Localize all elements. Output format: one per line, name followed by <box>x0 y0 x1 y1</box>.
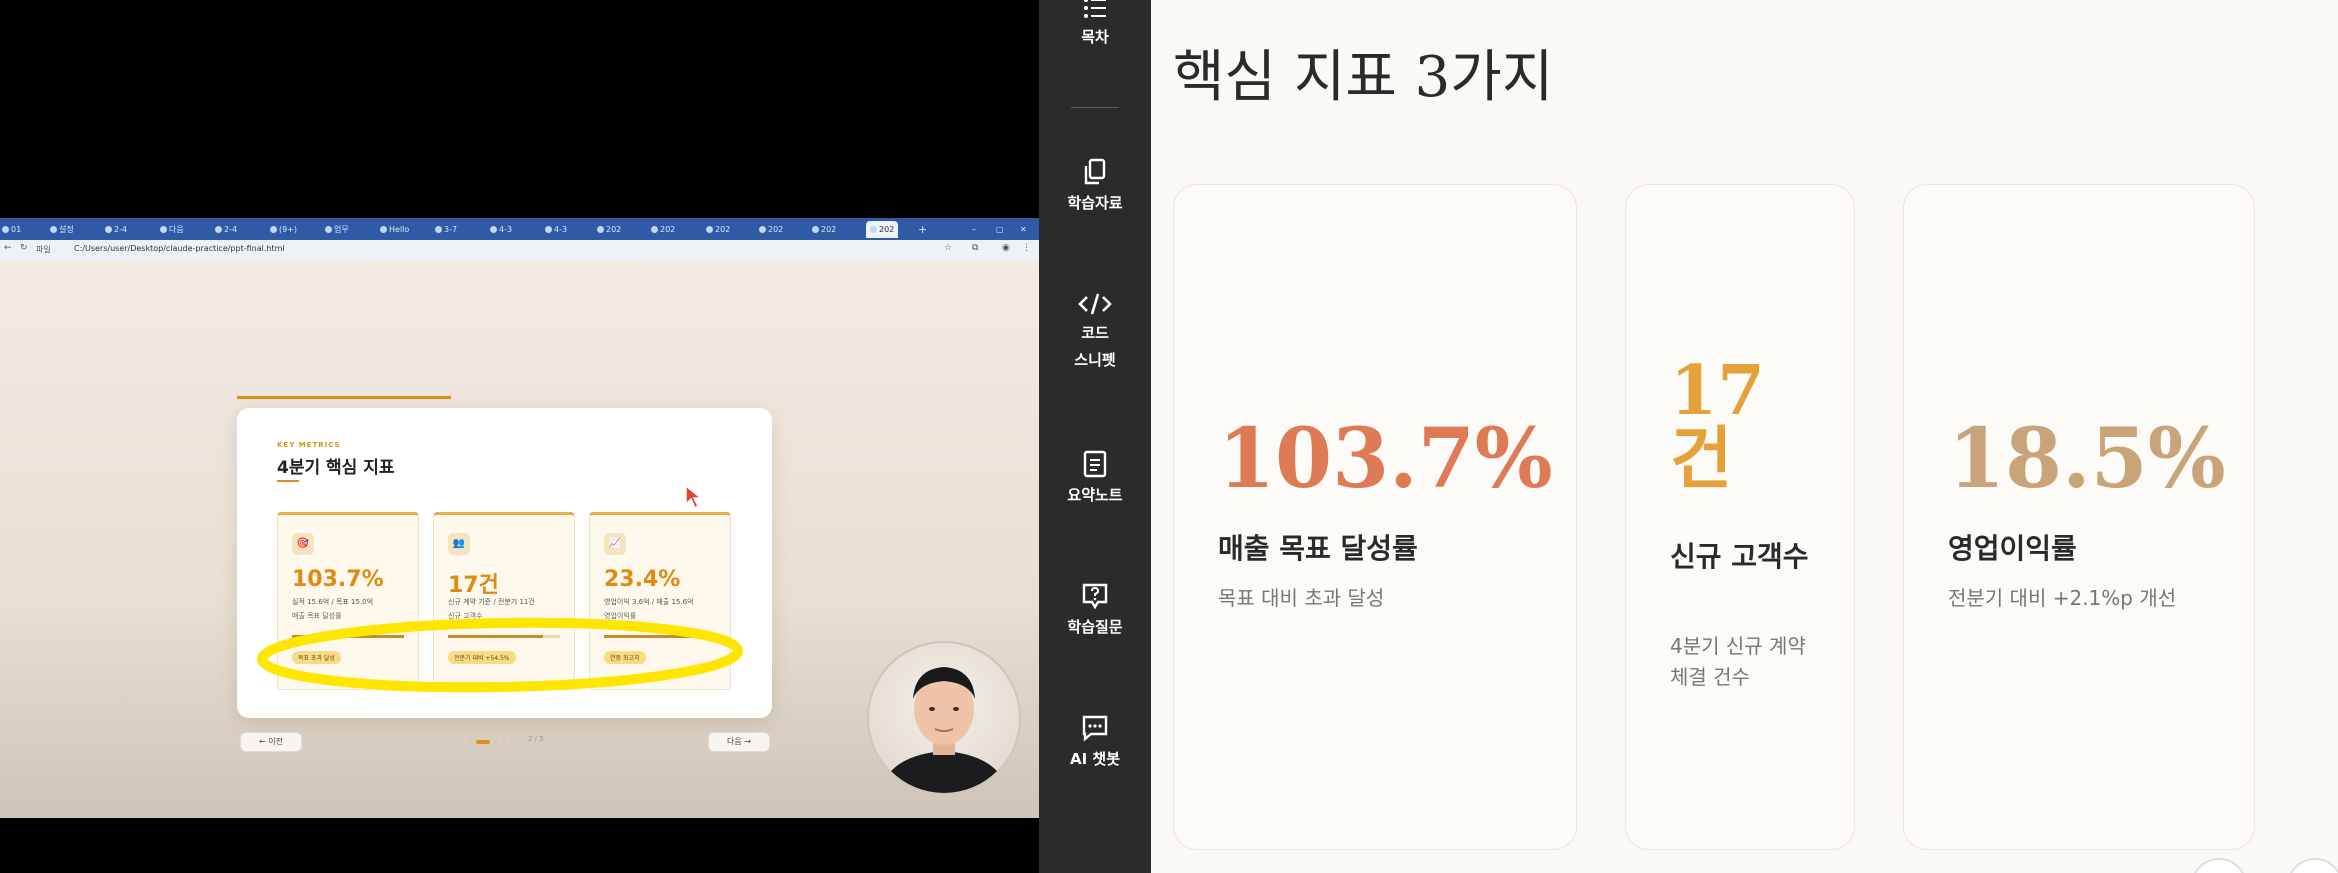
prev-slide-button[interactable] <box>2191 858 2247 873</box>
browser-tab[interactable]: 202 <box>597 221 621 238</box>
minimize-icon[interactable]: – <box>972 221 976 238</box>
metric-card: 103.7% 매출 목표 달성률 목표 대비 초과 달성 <box>1173 184 1577 850</box>
presenter-avatar <box>879 667 1009 793</box>
metric-value: 23.4% <box>604 567 681 592</box>
browser-tab[interactable]: 202 <box>706 221 730 238</box>
close-icon[interactable]: ✕ <box>1020 221 1027 238</box>
metric-label: 신규 고객수 <box>1670 540 1809 573</box>
metric-card: 18.5% 영업이익률 전분기 대비 +2.1%p 개선 <box>1903 184 2255 850</box>
sidebar-item-ai-chatbot[interactable]: AI 챗봇 <box>1039 714 1151 773</box>
browser-tab[interactable]: 202 <box>759 221 783 238</box>
sidebar-item-label: 목차 <box>1081 28 1109 46</box>
maximize-icon[interactable]: ▢ <box>996 221 1004 238</box>
next-button[interactable]: 다음 → <box>708 732 770 752</box>
sidebar-item-label: 학습자료 <box>1067 194 1123 212</box>
metric-value: 17건 <box>1670 351 1765 499</box>
sidebar-item-questions[interactable]: 학습질문 <box>1039 582 1151 641</box>
main-content: 핵심 지표 3가지 103.7% 매출 목표 달성률 목표 대비 초과 달성 1… <box>1151 0 2338 873</box>
browser-tab[interactable]: 202 <box>651 221 675 238</box>
prev-button[interactable]: ← 이전 <box>240 732 302 752</box>
browser-tab[interactable]: 202 <box>812 221 836 238</box>
question-icon <box>1082 583 1108 610</box>
slide-title: 4분기 핵심 지표 <box>277 458 395 478</box>
browser-tab[interactable]: 3-7 <box>435 221 457 238</box>
chat-icon <box>1082 715 1108 742</box>
slide-progress-line <box>237 396 451 399</box>
slide-eyebrow: KEY METRICS <box>277 441 341 449</box>
sidebar-item-code-snippet[interactable]: 코드 스니펫 <box>1039 292 1151 374</box>
browser-tab[interactable]: 2-4 <box>105 221 127 238</box>
metric-description: 목표 대비 초과 달성 <box>1218 586 1385 610</box>
metric-sub: 신규 계약 기준 / 전분기 11건 <box>448 598 535 606</box>
chart-up-icon: 📈 <box>604 533 626 555</box>
address-prefix: 파일 <box>36 245 51 254</box>
menu-icon[interactable]: ⋮ <box>1022 243 1031 253</box>
metric-description: 4분기 신규 계약 체결 건수 <box>1670 634 1806 689</box>
star-icon[interactable]: ☆ <box>944 243 952 253</box>
metric-value: 17건 <box>448 573 499 598</box>
page-indicator: 2 / 5 <box>528 735 544 743</box>
webcam-feed <box>867 641 1021 795</box>
browser-tab[interactable]: 다음 <box>160 221 184 238</box>
copy-icon <box>1084 158 1106 185</box>
metric-value: 103.7% <box>1218 411 1553 507</box>
address-bar[interactable]: ← ↻ 파일 C:/Users/user/Desktop/claude-prac… <box>0 240 1039 261</box>
metric-label: 매출 목표 달성률 <box>1218 532 1418 565</box>
title-underline <box>277 480 299 482</box>
list-icon <box>1084 0 1106 18</box>
mouse-cursor-icon <box>685 484 704 510</box>
new-tab-icon[interactable]: + <box>918 221 927 238</box>
back-icon[interactable]: ← <box>4 243 12 253</box>
metric-value: 103.7% <box>292 567 384 592</box>
metric-sub: 영업이익 3.6억 / 매출 15.6억 <box>604 598 694 606</box>
note-icon <box>1083 450 1107 478</box>
browser-tab-bar: 01 설정 2-4 다음 2-4 (9+) 업무 Hello 3-7 4-3 4… <box>0 218 1039 240</box>
browser-tab[interactable]: 4-3 <box>490 221 512 238</box>
people-icon: 👥 <box>448 533 470 555</box>
sidebar-divider <box>1071 107 1119 108</box>
slide-dots[interactable] <box>466 738 526 746</box>
sidebar-item-toc[interactable]: 목차 <box>1039 0 1151 51</box>
sidebar-item-materials[interactable]: 학습자료 <box>1039 158 1151 217</box>
target-icon: 🎯 <box>292 533 314 555</box>
video-panel: 01 설정 2-4 다음 2-4 (9+) 업무 Hello 3-7 4-3 4… <box>0 0 1039 873</box>
browser-tab-active[interactable]: 202 <box>866 221 899 238</box>
browser-tab[interactable]: 2-4 <box>215 221 237 238</box>
sidebar-item-label: 요약노트 <box>1067 486 1123 504</box>
browser-tab[interactable]: 01 <box>2 221 21 238</box>
metric-sub: 실적 15.6억 / 목표 15.0억 <box>292 598 374 606</box>
url-text[interactable]: C:/Users/user/Desktop/claude-practice/pp… <box>74 244 285 253</box>
metric-card: 17건 신규 고객수 4분기 신규 계약 체결 건수 <box>1625 184 1855 850</box>
sidebar-item-label: 학습질문 <box>1067 618 1123 636</box>
extensions-icon[interactable]: ⧉ <box>972 243 978 253</box>
sidebar-item-label: AI 챗봇 <box>1069 750 1120 768</box>
page-title: 핵심 지표 3가지 <box>1173 45 1554 110</box>
browser-tab[interactable]: 설정 <box>50 221 74 238</box>
browser-tab[interactable]: Hello <box>380 221 409 238</box>
metric-description: 전분기 대비 +2.1%p 개선 <box>1948 586 2177 610</box>
browser-tab[interactable]: (9+) <box>270 221 297 238</box>
profile-icon[interactable]: ◉ <box>1002 243 1010 253</box>
sidebar-item-summary[interactable]: 요약노트 <box>1039 450 1151 509</box>
browser-tab[interactable]: 업무 <box>325 221 349 238</box>
sidebar: 목차 학습자료 코드 스니펫 요약노트 학습질문 AI 챗봇 <box>1039 0 1151 873</box>
reload-icon[interactable]: ↻ <box>20 243 28 253</box>
sidebar-item-label: 코드 스니펫 <box>1074 324 1116 369</box>
next-slide-button[interactable] <box>2287 858 2338 873</box>
code-icon <box>1078 293 1112 315</box>
highlight-annotation <box>257 617 743 693</box>
browser-tab[interactable]: 4-3 <box>545 221 567 238</box>
metric-value: 18.5% <box>1948 411 2226 507</box>
metric-label: 영업이익률 <box>1948 532 2077 565</box>
